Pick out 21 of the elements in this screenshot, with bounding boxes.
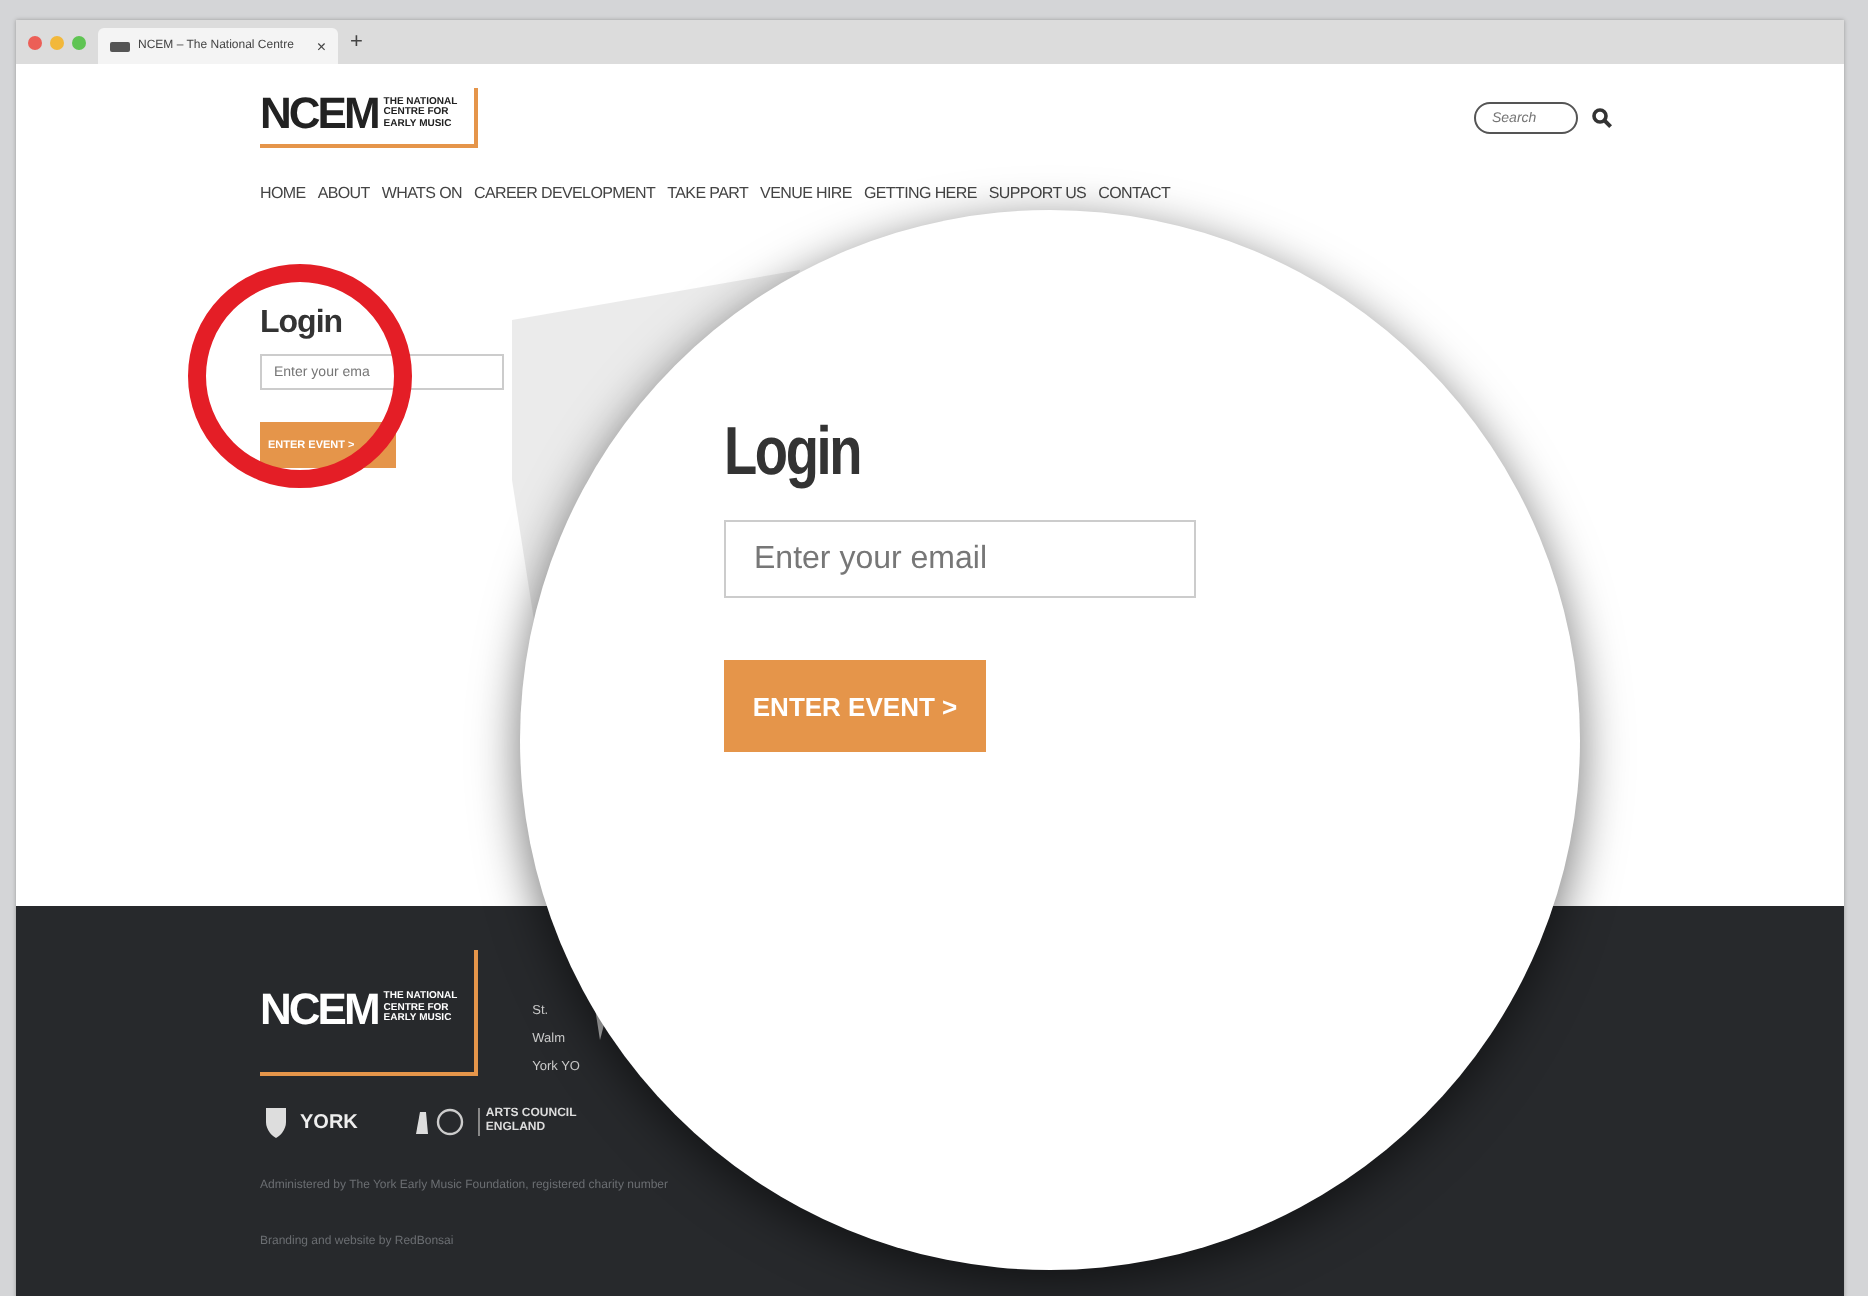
favicon-icon — [110, 41, 130, 51]
minimize-window-icon[interactable] — [50, 35, 64, 49]
nav-link[interactable]: CAREER DEVELOPMENT — [474, 184, 656, 202]
nav-link[interactable]: VENUE HIRE — [760, 184, 852, 202]
nav-link[interactable]: SUPPORT US — [988, 184, 1087, 202]
new-tab-button[interactable]: + — [350, 30, 363, 54]
nav-link[interactable]: HOME — [260, 184, 306, 202]
maximize-window-icon[interactable] — [72, 35, 86, 49]
close-window-icon[interactable] — [28, 35, 42, 49]
email-field[interactable]: Enter your email — [724, 520, 1196, 598]
login-heading: Login — [724, 414, 861, 492]
nav-link[interactable]: WHATS ON — [381, 184, 462, 202]
nav-link[interactable]: TAKE PART — [667, 184, 749, 202]
nav-link[interactable]: GETTING HERE — [863, 184, 977, 202]
tab-close-button[interactable]: × — [316, 37, 326, 55]
nav-link[interactable]: ABOUT — [317, 184, 370, 202]
york-council-logo[interactable]: YORK — [260, 1104, 358, 1140]
nav-link[interactable]: CONTACT — [1098, 184, 1171, 202]
login-heading: Login — [260, 306, 343, 342]
search-icon[interactable] — [1592, 108, 1612, 128]
crest-icon — [260, 1104, 292, 1140]
